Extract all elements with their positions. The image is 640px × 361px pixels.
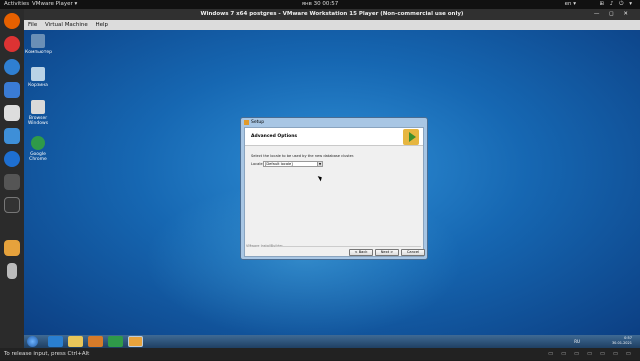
- dialog-window-controls: –□✕: [393, 119, 424, 136]
- taskbar-chrome-icon[interactable]: [108, 336, 123, 347]
- locale-select-value: [Default locale]: [265, 162, 293, 166]
- window-controls[interactable]: — ◻ ✕: [594, 9, 632, 20]
- divider: [275, 246, 421, 247]
- desktop-icon-chrome[interactable]: Google Chrome: [25, 136, 51, 162]
- taskbar-ie-icon[interactable]: [48, 336, 63, 347]
- setup-dialog: Setup –□✕ Advanced Options Select the lo…: [240, 117, 428, 260]
- firefox-icon[interactable]: [4, 13, 20, 29]
- office-writer-icon[interactable]: [4, 128, 20, 144]
- vmware-icon[interactable]: [4, 240, 20, 256]
- menu-file[interactable]: File: [28, 22, 37, 28]
- windows-taskbar: RU 0:57 30.01.2021: [24, 335, 640, 348]
- dialog-body: Advanced Options Select the locale to be…: [244, 127, 425, 257]
- desktop-icon-label: Компьютер: [25, 50, 52, 55]
- locale-label: Locale: [251, 162, 263, 166]
- cancel-button[interactable]: Cancel: [401, 249, 425, 256]
- window-title: Windows 7 x64 postgres - VMware Workstat…: [200, 11, 464, 17]
- vmware-menubar: File Virtual Machine Help: [24, 20, 640, 30]
- status-text: To release input, press Ctrl+Alt: [4, 351, 90, 357]
- vmware-window-titlebar: Windows 7 x64 postgres - VMware Workstat…: [24, 9, 640, 20]
- dock: ⋮⋮⋮: [0, 9, 39, 361]
- dialog-heading: Advanced Options: [251, 134, 298, 139]
- recycle-bin-icon: [31, 67, 45, 81]
- vmware-status-bar: To release input, press Ctrl+Alt ▭ ▭ ▭ ▭…: [0, 348, 640, 360]
- computer-icon: [31, 34, 45, 48]
- terminal-icon[interactable]: [4, 197, 20, 213]
- dialog-header: Advanced Options: [245, 128, 423, 146]
- clock[interactable]: янв 30 00:57: [0, 0, 640, 9]
- chromium-icon[interactable]: [4, 59, 20, 75]
- setup-app-icon: [244, 120, 249, 125]
- locale-select[interactable]: [Default locale] ▼: [263, 161, 323, 167]
- desktop-icon-recycle-bin[interactable]: Корзина: [25, 67, 51, 88]
- files-icon[interactable]: [4, 105, 20, 121]
- input-language[interactable]: en ▾: [565, 0, 576, 9]
- desktop-icon-label: Browser Windows: [27, 116, 49, 126]
- menu-help[interactable]: Help: [95, 22, 108, 28]
- locale-description: Select the locale to be used by the new …: [251, 154, 355, 158]
- settings-icon[interactable]: [4, 174, 20, 190]
- chevron-down-icon[interactable]: ▼: [317, 162, 322, 166]
- thunderbird-icon[interactable]: [4, 82, 20, 98]
- system-menu[interactable]: ⊞ ♪ ⏻ ▾: [600, 0, 634, 9]
- desktop-icon-label: Корзина: [28, 83, 48, 88]
- chrome-icon: [31, 136, 45, 150]
- next-button[interactable]: Next >: [375, 249, 399, 256]
- desktop-icon-computer[interactable]: Компьютер: [25, 34, 52, 55]
- yandex-icon[interactable]: [4, 36, 20, 52]
- start-button[interactable]: [27, 336, 38, 347]
- installer-logo-icon: [403, 129, 419, 145]
- taskbar-language[interactable]: RU: [574, 339, 580, 344]
- menu-virtual-machine[interactable]: Virtual Machine: [45, 22, 88, 28]
- desktop-icon-label: Google Chrome: [29, 152, 47, 162]
- usb-drive-icon[interactable]: [7, 263, 17, 279]
- gnome-top-bar: Activities VMware Player ▾ янв 30 00:57 …: [0, 0, 640, 9]
- browser-icon: [31, 100, 45, 114]
- taskbar-explorer-icon[interactable]: [68, 336, 83, 347]
- taskbar-setup-icon[interactable]: [128, 336, 143, 347]
- desktop-icon-browser[interactable]: Browser Windows: [25, 100, 51, 126]
- back-button[interactable]: < Back: [349, 249, 373, 256]
- help-icon[interactable]: [4, 151, 20, 167]
- device-icons[interactable]: ▭ ▭ ▭ ▭ ▭ ▭ ▭: [548, 348, 634, 360]
- dialog-title: Setup: [251, 120, 265, 125]
- taskbar-clock[interactable]: 0:57 30.01.2021: [612, 336, 632, 346]
- taskbar-media-icon[interactable]: [88, 336, 103, 347]
- taskbar-date: 30.01.2021: [611, 341, 632, 345]
